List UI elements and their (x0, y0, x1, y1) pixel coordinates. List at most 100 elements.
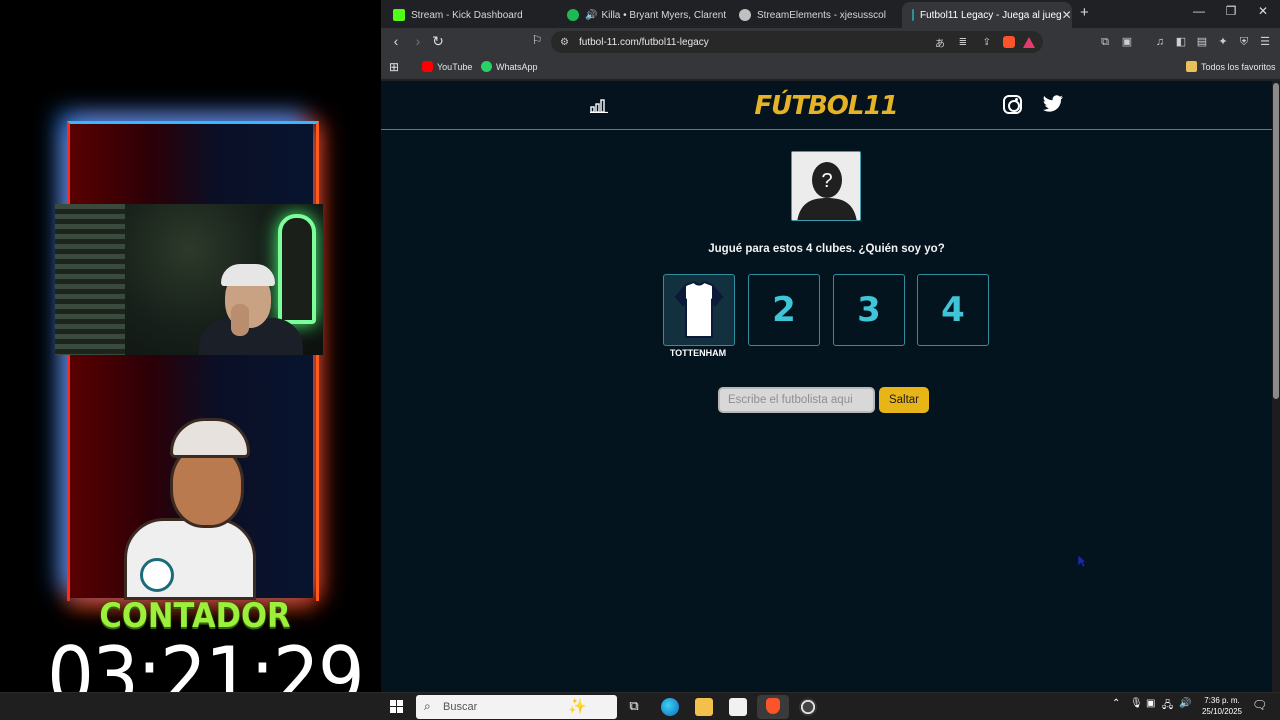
svg-text:?: ? (821, 170, 832, 192)
club-card-3[interactable]: 3 (833, 274, 905, 346)
back-button[interactable]: ‹ (387, 33, 405, 49)
whatsapp-icon (481, 61, 492, 72)
speaker-icon: 🔊 (585, 9, 598, 21)
new-tab-button[interactable]: + (1080, 4, 1089, 21)
url-text: futbol-11.com/futbol11-legacy (579, 36, 709, 48)
taskbar-search[interactable]: ⌕ Buscar ✨ (416, 695, 617, 719)
club-card-4[interactable]: 4 (917, 274, 989, 346)
rewards-icon[interactable] (1023, 36, 1035, 48)
bookmarks-bar: ⊞ YouTube WhatsApp Todos los favoritos (381, 56, 1280, 80)
windows-taskbar: ⌕ Buscar ✨ ⧉ ⌃ 🎙 ▣ 🖧 🔊 7:36 p. m. 25/10/… (0, 692, 1280, 720)
tray-app-icon[interactable]: ▣ (1146, 698, 1158, 716)
task-view-icon[interactable]: ⧉ (625, 698, 643, 716)
microphone-icon[interactable]: 🎙 (1130, 698, 1143, 716)
site-header: FÚTBOL11 (381, 81, 1272, 130)
question-text: Jugué para estos 4 clubes. ¿Quién soy yo… (708, 243, 945, 255)
network-icon[interactable]: 🖧 (1162, 698, 1176, 716)
file-explorer-icon[interactable] (695, 698, 713, 716)
folder-icon (1186, 61, 1197, 72)
clock-time: 7:36 p. m. (1204, 696, 1240, 705)
volume-icon[interactable]: 🔊 (1179, 698, 1193, 716)
clock-date: 25/10/2025 (1201, 707, 1243, 716)
tab-spotify[interactable]: 🔊 Killa • Bryant Myers, Clarent (557, 2, 727, 28)
futbol11-icon (912, 9, 914, 21)
twitter-icon[interactable] (1042, 95, 1064, 113)
kick-icon (393, 9, 405, 21)
stats-icon[interactable] (590, 97, 608, 113)
tab-kick-dashboard[interactable]: Stream - Kick Dashboard (383, 2, 553, 28)
tab-label: StreamElements - xjesusscol (757, 9, 886, 21)
scrollbar-thumb[interactable] (1273, 83, 1279, 399)
tab-label: Killa • Bryant Myers, Clarent (601, 9, 727, 21)
page-content: FÚTBOL11 ? Jugué para estos 4 clubes. ¿Q… (381, 81, 1272, 692)
wallet2-icon[interactable]: ▤ (1195, 35, 1209, 49)
site-info-icon[interactable]: ⚙ (560, 37, 569, 48)
club-card-2[interactable]: 2 (748, 274, 820, 346)
music-icon[interactable]: ♫ (1153, 35, 1167, 49)
windows-start-icon[interactable] (390, 700, 404, 714)
vpn-icon[interactable]: ⛨ (1237, 35, 1251, 49)
wallet-icon[interactable]: ▣ (1120, 35, 1134, 49)
bookmark-icon[interactable]: ⚐ (528, 33, 546, 47)
cartoon-avatar (110, 418, 260, 600)
tray-clock[interactable]: 7:36 p. m. 25/10/2025 (1198, 695, 1246, 717)
streamelements-icon (739, 9, 751, 21)
tab-label: Futbol11 Legacy - Juega al jueg (920, 9, 1062, 21)
apps-grid-icon[interactable]: ⊞ (389, 60, 399, 74)
instagram-icon[interactable] (1003, 95, 1022, 114)
brave-taskbar-button[interactable] (757, 695, 789, 719)
bookmark-label: YouTube (437, 61, 473, 72)
brave-shield-icon[interactable] (1003, 36, 1015, 48)
sidebar-icon[interactable]: ◧ (1174, 35, 1188, 49)
reader-icon[interactable]: ≣ (959, 37, 967, 48)
search-placeholder: Buscar (443, 701, 478, 713)
skip-button[interactable]: Saltar (879, 387, 929, 413)
tray-chevron-icon[interactable]: ⌃ (1112, 698, 1124, 716)
close-window-button[interactable]: ✕ (1253, 4, 1273, 18)
bookmark-whatsapp[interactable]: WhatsApp (481, 61, 538, 72)
club-card-1[interactable] (663, 274, 735, 346)
silhouette-icon: ? (792, 152, 860, 220)
site-logo[interactable]: FÚTBOL11 (731, 91, 921, 121)
streamer (195, 256, 305, 355)
jersey-icon (674, 280, 724, 338)
extensions-icon[interactable]: ⧉ (1098, 35, 1112, 49)
all-favorites-label: Todos los favoritos (1201, 61, 1276, 72)
window-blinds (55, 204, 125, 355)
club-name-label: TOTTENHAM (669, 348, 727, 358)
mouse-cursor-icon (1077, 554, 1087, 568)
page-scrollbar[interactable] (1272, 81, 1280, 692)
tab-label: Stream - Kick Dashboard (411, 9, 523, 21)
address-bar[interactable]: ⚙ futbol-11.com/futbol11-legacy あ ≣ ⇪ (551, 31, 1043, 53)
browser-window: Stream - Kick Dashboard 🔊 Killa • Bryant… (381, 0, 1280, 692)
all-favorites[interactable]: Todos los favoritos (1186, 61, 1276, 72)
close-tab-icon[interactable]: ✕ (1062, 8, 1072, 22)
toolbar: ‹ › ↻ ⚐ ⚙ futbol-11.com/futbol11-legacy … (381, 28, 1280, 56)
store-icon[interactable] (729, 698, 747, 716)
leo-ai-icon[interactable]: ✦ (1216, 35, 1230, 49)
copilot-sparkle-icon: ✨ (568, 698, 587, 715)
restore-button[interactable]: ❐ (1221, 4, 1241, 18)
menu-icon[interactable]: ☰ (1258, 35, 1272, 49)
brave-icon (766, 698, 780, 714)
youtube-icon (422, 61, 433, 72)
counter-time: 03:21:29 (47, 630, 365, 692)
obs-icon[interactable] (799, 698, 817, 716)
search-icon: ⌕ (424, 699, 431, 713)
bookmark-youtube[interactable]: YouTube (422, 61, 472, 72)
edge-icon[interactable] (661, 698, 679, 716)
minimize-button[interactable]: — (1189, 4, 1209, 18)
stream-overlay: CONTADOR 03:21:29 (0, 0, 381, 692)
notifications-icon[interactable]: 🗨 (1252, 698, 1270, 716)
tab-streamelements[interactable]: StreamElements - xjesusscol (729, 2, 899, 28)
webcam-feed (55, 204, 323, 355)
translate-icon[interactable]: あ (935, 35, 945, 50)
reload-button[interactable]: ↻ (429, 33, 447, 50)
mystery-player-silhouette: ? (791, 151, 861, 221)
tab-futbol11[interactable]: Futbol11 Legacy - Juega al jueg ✕ (902, 2, 1072, 28)
share-icon[interactable]: ⇪ (983, 37, 991, 48)
bookmark-label: WhatsApp (496, 61, 538, 72)
forward-button[interactable]: › (409, 33, 427, 49)
tab-bar: Stream - Kick Dashboard 🔊 Killa • Bryant… (381, 0, 1280, 28)
player-guess-input[interactable] (718, 387, 875, 413)
